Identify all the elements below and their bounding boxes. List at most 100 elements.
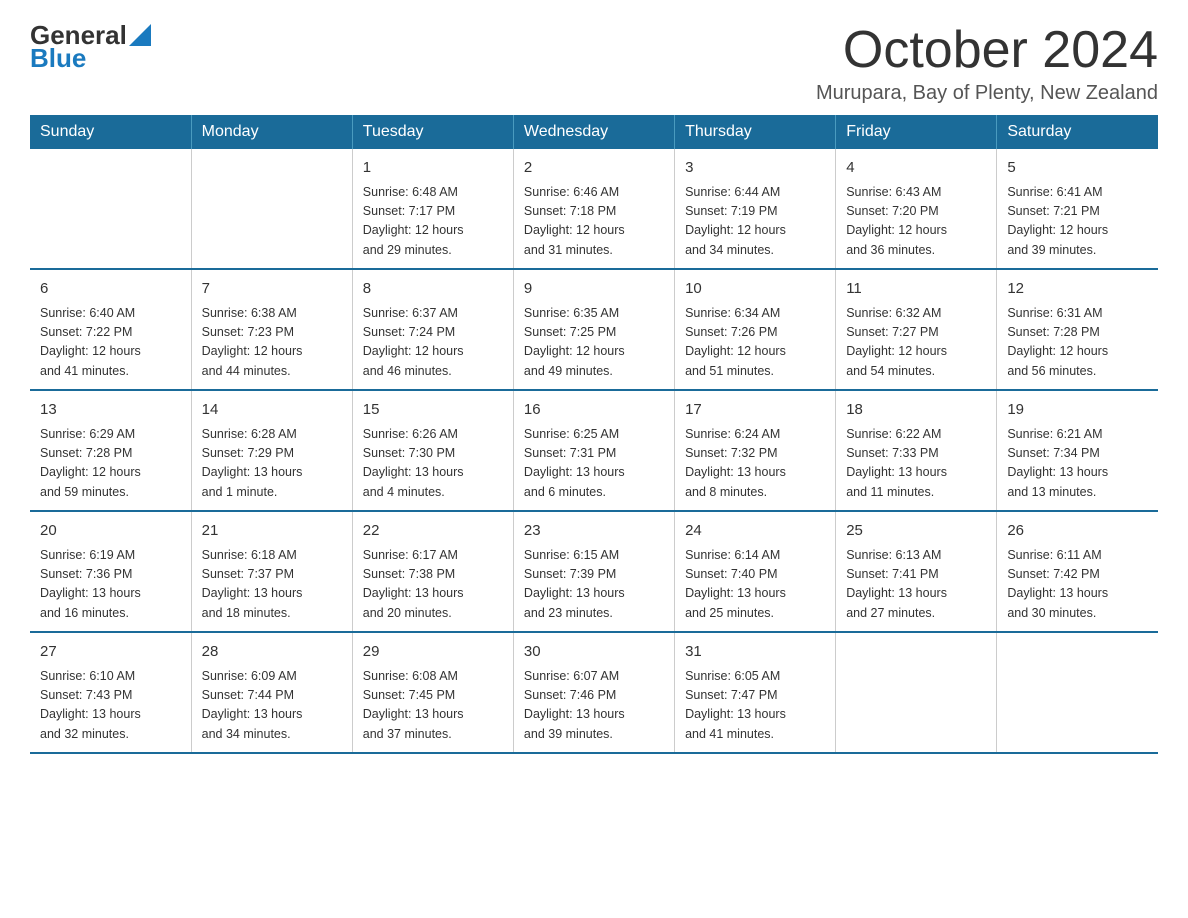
day-number: 17 xyxy=(685,399,825,422)
day-info: Sunrise: 6:11 AM Sunset: 7:42 PM Dayligh… xyxy=(1007,546,1148,624)
calendar-cell: 25 Sunrise: 6:13 AM Sunset: 7:41 PM Dayli… xyxy=(836,511,997,632)
calendar-cell: 7 Sunrise: 6:38 AM Sunset: 7:23 PM Daylig… xyxy=(191,269,352,390)
calendar-cell xyxy=(997,632,1158,753)
day-number: 7 xyxy=(202,278,342,301)
day-info: Sunrise: 6:40 AM Sunset: 7:22 PM Dayligh… xyxy=(40,304,181,382)
day-number: 24 xyxy=(685,520,825,543)
day-number: 11 xyxy=(846,278,986,301)
day-info: Sunrise: 6:31 AM Sunset: 7:28 PM Dayligh… xyxy=(1007,304,1148,382)
calendar-cell: 2Sunrise: 6:46 AM Sunset: 7:18 PM Daylig… xyxy=(513,149,674,269)
calendar-table: SundayMondayTuesdayWednesdayThursdayFrid… xyxy=(30,115,1158,754)
calendar-cell: 12 Sunrise: 6:31 AM Sunset: 7:28 PM Dayli… xyxy=(997,269,1158,390)
calendar-cell: 18Sunrise: 6:22 AM Sunset: 7:33 PM Dayli… xyxy=(836,390,997,511)
calendar-cell: 16 Sunrise: 6:25 AM Sunset: 7:31 PM Dayli… xyxy=(513,390,674,511)
day-info: Sunrise: 6:10 AM Sunset: 7:43 PM Dayligh… xyxy=(40,667,181,745)
calendar-cell xyxy=(191,149,352,269)
day-number: 14 xyxy=(202,399,342,422)
calendar-week-row: 1 Sunrise: 6:48 AM Sunset: 7:17 PM Daylig… xyxy=(30,149,1158,269)
day-number: 12 xyxy=(1007,278,1148,301)
calendar-cell: 10 Sunrise: 6:34 AM Sunset: 7:26 PM Dayli… xyxy=(675,269,836,390)
location: Murupara, Bay of Plenty, New Zealand xyxy=(816,82,1158,105)
calendar-cell: 15 Sunrise: 6:26 AM Sunset: 7:30 PM Dayli… xyxy=(352,390,513,511)
calendar-cell: 22 Sunrise: 6:17 AM Sunset: 7:38 PM Dayli… xyxy=(352,511,513,632)
day-number: 30 xyxy=(524,641,664,664)
calendar-week-row: 13Sunrise: 6:29 AM Sunset: 7:28 PM Dayli… xyxy=(30,390,1158,511)
day-info: Sunrise: 6:14 AM Sunset: 7:40 PM Dayligh… xyxy=(685,546,825,624)
day-info: Sunrise: 6:34 AM Sunset: 7:26 PM Dayligh… xyxy=(685,304,825,382)
day-info: Sunrise: 6:09 AM Sunset: 7:44 PM Dayligh… xyxy=(202,667,342,745)
day-info: Sunrise: 6:07 AM Sunset: 7:46 PM Dayligh… xyxy=(524,667,664,745)
day-number: 1 xyxy=(363,157,503,180)
day-info: Sunrise: 6:38 AM Sunset: 7:23 PM Dayligh… xyxy=(202,304,342,382)
day-number: 27 xyxy=(40,641,181,664)
day-number: 26 xyxy=(1007,520,1148,543)
day-info: Sunrise: 6:32 AM Sunset: 7:27 PM Dayligh… xyxy=(846,304,986,382)
day-info: Sunrise: 6:41 AM Sunset: 7:21 PM Dayligh… xyxy=(1007,183,1148,261)
day-info: Sunrise: 6:35 AM Sunset: 7:25 PM Dayligh… xyxy=(524,304,664,382)
day-info: Sunrise: 6:37 AM Sunset: 7:24 PM Dayligh… xyxy=(363,304,503,382)
calendar-cell: 24 Sunrise: 6:14 AM Sunset: 7:40 PM Dayli… xyxy=(675,511,836,632)
calendar-cell: 20Sunrise: 6:19 AM Sunset: 7:36 PM Dayli… xyxy=(30,511,191,632)
calendar-cell: 8 Sunrise: 6:37 AM Sunset: 7:24 PM Daylig… xyxy=(352,269,513,390)
calendar-cell: 11 Sunrise: 6:32 AM Sunset: 7:27 PM Dayli… xyxy=(836,269,997,390)
day-info: Sunrise: 6:25 AM Sunset: 7:31 PM Dayligh… xyxy=(524,425,664,503)
day-number: 2 xyxy=(524,157,664,180)
day-info: Sunrise: 6:05 AM Sunset: 7:47 PM Dayligh… xyxy=(685,667,825,745)
calendar-cell: 19Sunrise: 6:21 AM Sunset: 7:34 PM Dayli… xyxy=(997,390,1158,511)
day-info: Sunrise: 6:48 AM Sunset: 7:17 PM Dayligh… xyxy=(363,183,503,261)
calendar-cell: 3Sunrise: 6:44 AM Sunset: 7:19 PM Daylig… xyxy=(675,149,836,269)
logo-triangle-icon xyxy=(129,24,151,46)
calendar-week-row: 27 Sunrise: 6:10 AM Sunset: 7:43 PM Dayli… xyxy=(30,632,1158,753)
day-number: 25 xyxy=(846,520,986,543)
calendar-cell: 27 Sunrise: 6:10 AM Sunset: 7:43 PM Dayli… xyxy=(30,632,191,753)
day-info: Sunrise: 6:24 AM Sunset: 7:32 PM Dayligh… xyxy=(685,425,825,503)
day-info: Sunrise: 6:18 AM Sunset: 7:37 PM Dayligh… xyxy=(202,546,342,624)
month-title: October 2024 xyxy=(816,20,1158,80)
header-monday: Monday xyxy=(191,115,352,149)
calendar-cell xyxy=(836,632,997,753)
day-info: Sunrise: 6:13 AM Sunset: 7:41 PM Dayligh… xyxy=(846,546,986,624)
day-number: 4 xyxy=(846,157,986,180)
calendar-cell: 5 Sunrise: 6:41 AM Sunset: 7:21 PM Daylig… xyxy=(997,149,1158,269)
day-number: 16 xyxy=(524,399,664,422)
calendar-cell xyxy=(30,149,191,269)
day-number: 28 xyxy=(202,641,342,664)
calendar-cell: 23Sunrise: 6:15 AM Sunset: 7:39 PM Dayli… xyxy=(513,511,674,632)
header-wednesday: Wednesday xyxy=(513,115,674,149)
day-number: 5 xyxy=(1007,157,1148,180)
calendar-cell: 6 Sunrise: 6:40 AM Sunset: 7:22 PM Daylig… xyxy=(30,269,191,390)
calendar-week-row: 20Sunrise: 6:19 AM Sunset: 7:36 PM Dayli… xyxy=(30,511,1158,632)
day-info: Sunrise: 6:21 AM Sunset: 7:34 PM Dayligh… xyxy=(1007,425,1148,503)
day-info: Sunrise: 6:43 AM Sunset: 7:20 PM Dayligh… xyxy=(846,183,986,261)
day-number: 8 xyxy=(363,278,503,301)
day-info: Sunrise: 6:19 AM Sunset: 7:36 PM Dayligh… xyxy=(40,546,181,624)
calendar-cell: 13Sunrise: 6:29 AM Sunset: 7:28 PM Dayli… xyxy=(30,390,191,511)
day-info: Sunrise: 6:22 AM Sunset: 7:33 PM Dayligh… xyxy=(846,425,986,503)
day-number: 31 xyxy=(685,641,825,664)
day-number: 10 xyxy=(685,278,825,301)
title-section: October 2024 Murupara, Bay of Plenty, Ne… xyxy=(816,20,1158,105)
calendar-cell: 29 Sunrise: 6:08 AM Sunset: 7:45 PM Dayli… xyxy=(352,632,513,753)
calendar-week-row: 6 Sunrise: 6:40 AM Sunset: 7:22 PM Daylig… xyxy=(30,269,1158,390)
calendar-cell: 9 Sunrise: 6:35 AM Sunset: 7:25 PM Daylig… xyxy=(513,269,674,390)
day-number: 29 xyxy=(363,641,503,664)
day-number: 3 xyxy=(685,157,825,180)
header-tuesday: Tuesday xyxy=(352,115,513,149)
calendar-cell: 4 Sunrise: 6:43 AM Sunset: 7:20 PM Daylig… xyxy=(836,149,997,269)
logo: General Blue xyxy=(30,20,151,74)
day-number: 22 xyxy=(363,520,503,543)
header-saturday: Saturday xyxy=(997,115,1158,149)
day-number: 9 xyxy=(524,278,664,301)
day-info: Sunrise: 6:26 AM Sunset: 7:30 PM Dayligh… xyxy=(363,425,503,503)
header-thursday: Thursday xyxy=(675,115,836,149)
calendar-cell: 1 Sunrise: 6:48 AM Sunset: 7:17 PM Daylig… xyxy=(352,149,513,269)
day-number: 15 xyxy=(363,399,503,422)
calendar-header-row: SundayMondayTuesdayWednesdayThursdayFrid… xyxy=(30,115,1158,149)
day-info: Sunrise: 6:17 AM Sunset: 7:38 PM Dayligh… xyxy=(363,546,503,624)
day-number: 6 xyxy=(40,278,181,301)
day-info: Sunrise: 6:08 AM Sunset: 7:45 PM Dayligh… xyxy=(363,667,503,745)
header-sunday: Sunday xyxy=(30,115,191,149)
day-number: 13 xyxy=(40,399,181,422)
header-friday: Friday xyxy=(836,115,997,149)
calendar-cell: 21Sunrise: 6:18 AM Sunset: 7:37 PM Dayli… xyxy=(191,511,352,632)
